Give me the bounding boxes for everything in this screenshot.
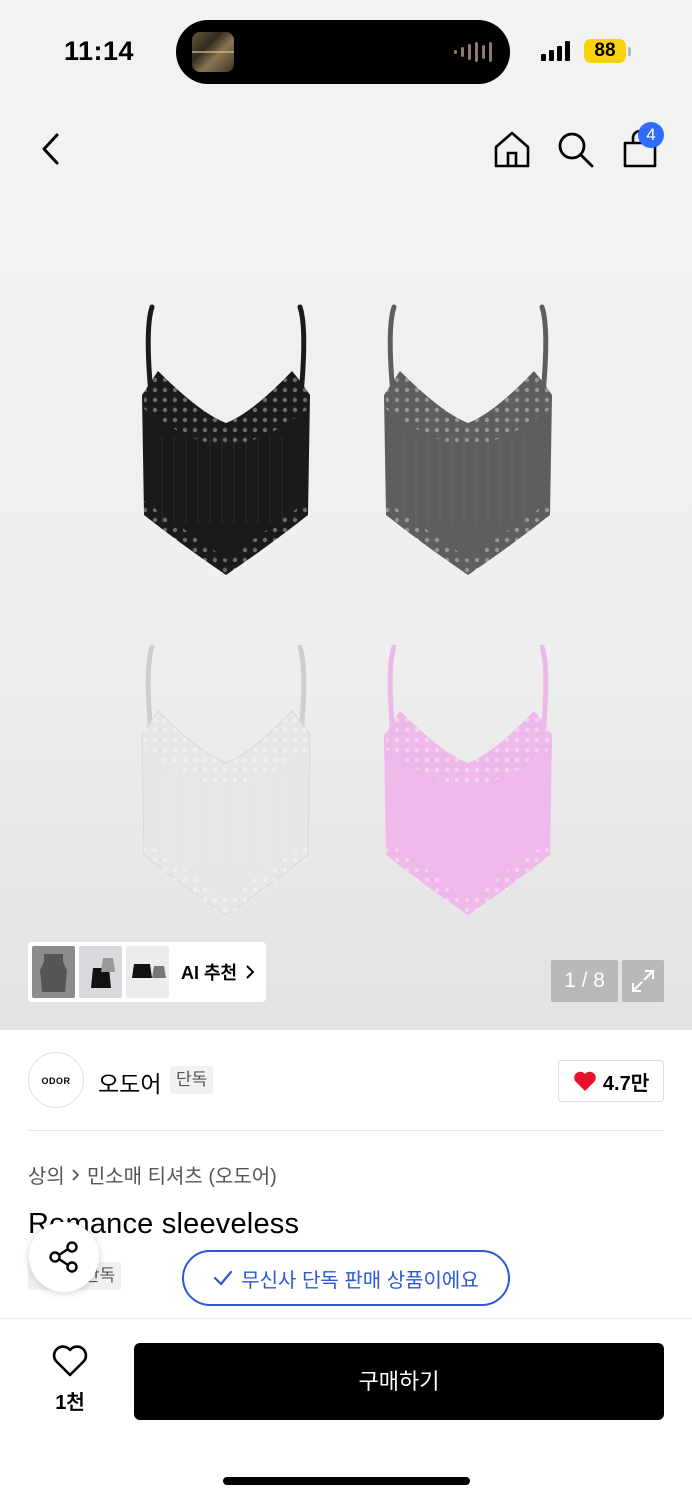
cart-button[interactable]: 4 — [618, 122, 664, 172]
checkmark-icon — [214, 1270, 233, 1286]
breadcrumb-subcategory[interactable]: 민소매 티셔츠 (오도어) — [87, 1160, 277, 1189]
ai-recommendation-button[interactable]: AI 추천 — [28, 942, 266, 1002]
expand-icon — [632, 970, 654, 992]
garment-charcoal — [384, 304, 552, 577]
home-indicator — [223, 1477, 470, 1485]
ai-reco-label: AI 추천 — [181, 963, 238, 983]
battery-tip — [628, 47, 631, 56]
share-button[interactable] — [29, 1222, 99, 1292]
exclusive-badge: 단독 — [170, 1066, 214, 1094]
heart-outline-icon — [52, 1345, 88, 1377]
image-page-counter: 1 / 8 — [551, 960, 618, 1002]
back-button[interactable] — [28, 126, 72, 172]
expand-image-button[interactable] — [622, 960, 664, 1002]
share-icon — [49, 1241, 78, 1273]
ai-reco-thumb — [32, 946, 75, 998]
top-navigation: 4 — [0, 100, 692, 200]
chevron-right-icon — [72, 1168, 80, 1181]
product-image — [141, 304, 552, 917]
ai-reco-thumb — [126, 946, 169, 998]
brand-row: ODOR 오도어 단독 4.7만 — [0, 1030, 692, 1130]
buy-button[interactable]: 구매하기 — [134, 1343, 664, 1420]
cart-count-badge: 4 — [638, 122, 664, 148]
home-icon — [494, 131, 530, 168]
chevron-left-icon — [42, 133, 59, 165]
heart-filled-icon — [574, 1071, 596, 1091]
breadcrumb-category[interactable]: 상의 — [28, 1160, 65, 1189]
now-playing-artwork — [192, 32, 234, 72]
ai-reco-thumb — [79, 946, 122, 998]
audio-waveform-icon — [454, 41, 492, 63]
garment-pink — [384, 644, 552, 917]
garment-black — [142, 304, 310, 577]
divider — [28, 1130, 664, 1131]
brand-logo[interactable]: ODOR — [28, 1052, 84, 1108]
breadcrumb: 상의 민소매 티셔츠 (오도어) — [28, 1160, 277, 1189]
bottom-action-bar: 1천 구매하기 — [0, 1318, 692, 1500]
brand-like-button[interactable]: 4.7만 — [558, 1060, 664, 1102]
search-button[interactable] — [553, 126, 597, 172]
home-button[interactable] — [490, 126, 534, 172]
brand-like-count: 4.7만 — [602, 1072, 650, 1095]
status-bar: 11:14 88 — [0, 0, 692, 100]
wishlist-count: 1천 — [55, 1392, 85, 1414]
chevron-right-icon — [246, 965, 255, 979]
battery-indicator: 88 — [584, 39, 626, 63]
product-image-gallery[interactable]: AI 추천 1 / 8 — [0, 200, 692, 1030]
exclusive-notice-pill: 무신사 단독 판매 상품이에요 — [182, 1250, 510, 1306]
status-time: 11:14 — [64, 36, 135, 66]
brand-name[interactable]: 오도어 — [98, 1065, 161, 1099]
exclusive-notice-text: 무신사 단독 판매 상품이에요 — [241, 1269, 479, 1292]
wishlist-button[interactable]: 1천 — [44, 1345, 96, 1415]
cellular-signal-icon — [541, 40, 570, 61]
dynamic-island[interactable] — [176, 20, 510, 84]
garment-white — [141, 644, 311, 917]
search-icon — [558, 132, 594, 168]
